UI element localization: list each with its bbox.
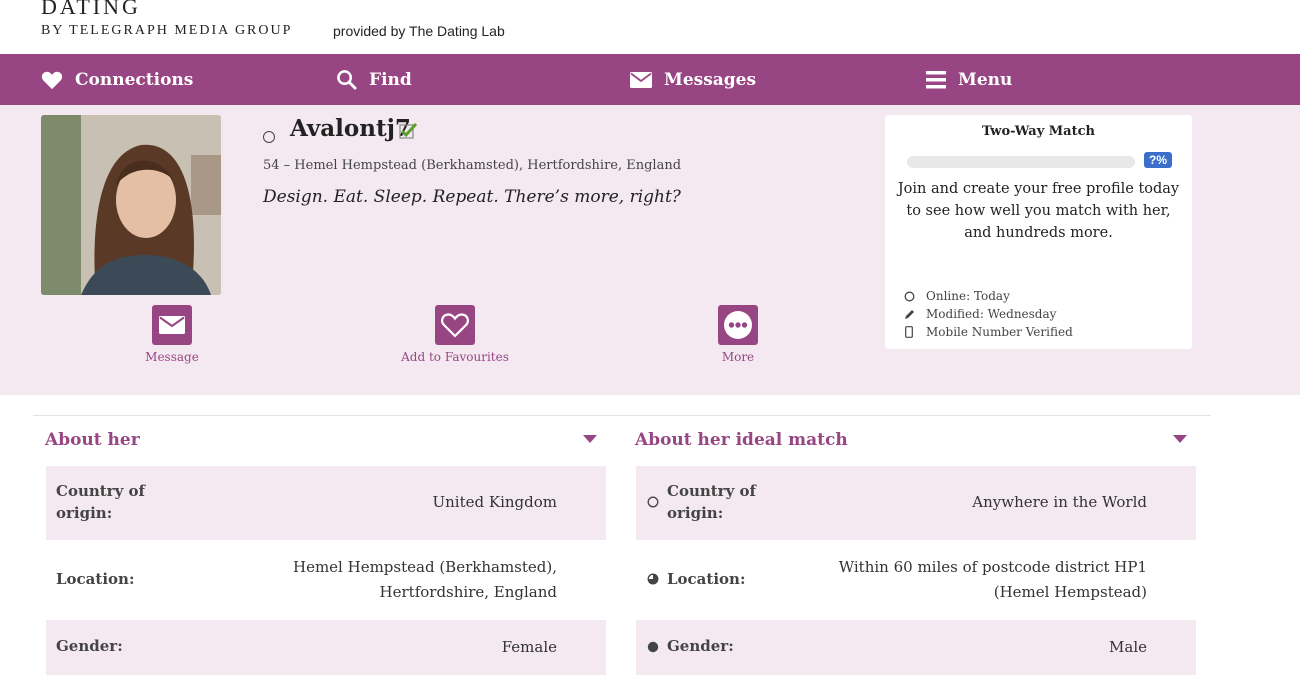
row-key: Location: [56,570,135,588]
brand-provider: provided by The Dating Lab [333,23,505,39]
match-percent-badge: ?% [1144,152,1172,168]
heart-outline-icon [441,313,469,338]
ideal-match-row-country: Country of origin: Anywhere in the World [636,466,1196,540]
about-her-collapse-icon[interactable] [583,435,597,443]
mobile-icon [903,326,915,338]
message-button-icon-box[interactable] [152,305,192,345]
search-icon [337,70,357,90]
profile-photo-image [41,115,221,295]
profile-photo[interactable] [41,115,221,295]
meta-online-label: Online: Today [926,289,1010,303]
about-her-row-gender: Gender: Female [46,620,606,675]
meta-mobile: Mobile Number Verified [903,325,1073,339]
pencil-icon [903,309,915,320]
about-her-row-location: Location: Hemel Hempstead (Berkhamsted),… [46,540,606,620]
row-key: Country of origin: [56,482,145,522]
row-key: Country of origin: [667,482,756,522]
profile-header: Avalontj7 54 – Hemel Hempstead (Berkhams… [0,105,1300,395]
ideal-match-row-gender: Gender: Male [636,620,1196,675]
envelope-icon [159,316,185,334]
row-value: Male [1109,638,1147,656]
more-dots-icon [724,311,752,339]
favourites-button-label[interactable]: Add to Favourites [385,350,525,364]
brand-title[interactable]: DATING [41,0,141,20]
row-key: Location: [667,570,746,588]
nav-find-label: Find [369,69,412,90]
site-header: DATING BY TELEGRAPH MEDIA GROUP provided… [40,0,1300,54]
full-circle-icon [647,641,659,653]
row-value: Hemel Hempstead (Berkhamsted), Hertfords… [293,558,557,601]
more-button[interactable]: More [668,305,808,364]
nav-menu[interactable]: Menu [926,54,1012,105]
brand-subtitle: BY TELEGRAPH MEDIA GROUP [41,23,293,38]
profile-username: Avalontj7 [290,115,411,142]
two-way-match-card: Two-Way Match ?% Join and create your fr… [885,115,1192,349]
message-button[interactable]: Message [102,305,242,364]
envelope-icon [630,71,652,88]
nav-messages[interactable]: Messages [630,54,756,105]
hamburger-icon [926,70,946,88]
meta-mobile-label: Mobile Number Verified [926,325,1073,339]
meta-modified-label: Modified: Wednesday [926,307,1057,321]
profile-tagline: Design. Eat. Sleep. Repeat. There’s more… [263,187,681,207]
nav-menu-label: Menu [958,69,1013,90]
nav-messages-label: Messages [664,69,757,90]
meta-online: Online: Today [903,289,1010,303]
heart-icon [41,71,63,89]
about-her-row-country: Country of origin: United Kingdom [46,466,606,540]
online-status-icon [263,131,275,143]
match-title: Two-Way Match [982,124,1095,139]
ideal-match-row-location: Location: Within 60 miles of postcode di… [636,540,1196,620]
nav-find[interactable]: Find [336,54,412,105]
message-button-label[interactable]: Message [102,350,242,364]
row-value: Female [501,638,557,656]
match-description: Join and create your free profile today … [897,181,1180,241]
match-progress-bar [907,156,1135,168]
row-value: United Kingdom [432,493,558,511]
ideal-match-title[interactable]: About her ideal match [635,430,848,450]
meta-modified: Modified: Wednesday [903,307,1056,321]
nav-connections-label: Connections [75,69,194,90]
row-key: Gender: [667,637,734,655]
empty-circle-icon [647,496,659,508]
half-circle-icon [647,573,659,585]
more-button-label[interactable]: More [668,350,808,364]
circle-icon [903,291,915,302]
more-button-icon-box[interactable] [718,305,758,345]
row-value: Anywhere in the World [972,493,1147,511]
main-nav: Connections Find Messages Menu [0,54,1300,105]
verified-check-icon [399,122,417,139]
section-divider [33,415,1211,416]
row-value: Within 60 miles of postcode district HP1… [838,558,1147,601]
favourites-button-icon-box[interactable] [435,305,475,345]
profile-age-location: 54 – Hemel Hempstead (Berkhamsted), Hert… [263,158,682,173]
ideal-match-collapse-icon[interactable] [1173,435,1187,443]
nav-connections[interactable]: Connections [41,54,193,105]
about-her-title[interactable]: About her [45,430,140,450]
add-to-favourites-button[interactable]: Add to Favourites [385,305,525,364]
row-key: Gender: [56,637,123,655]
